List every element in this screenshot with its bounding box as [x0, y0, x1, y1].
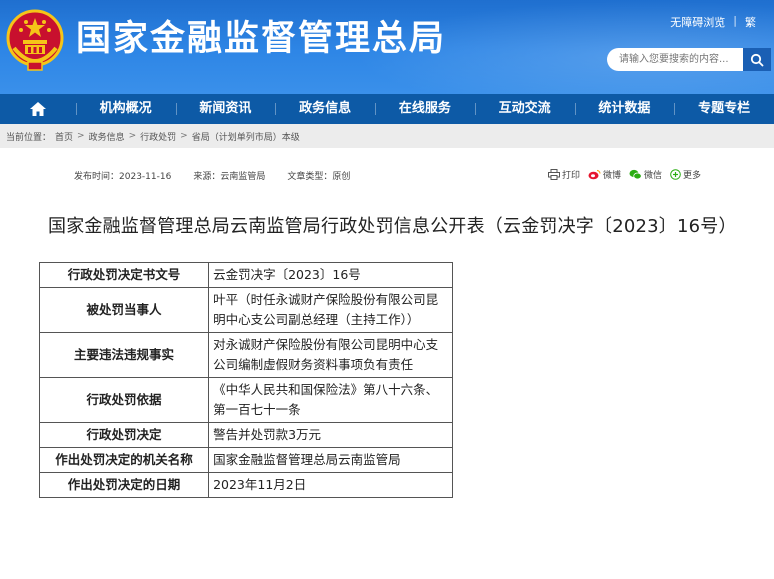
row-key: 行政处罚依据	[38, 377, 210, 423]
nav-item-news[interactable]: 新闻资讯	[175, 94, 276, 124]
breadcrumb: 当前位置： 首页 > 政务信息 > 行政处罚 > 省局（计划单列市局）本级	[0, 124, 774, 148]
nav-item-online-services[interactable]: 在线服务	[375, 94, 475, 124]
traditional-chinese-link[interactable]: 繁	[745, 14, 756, 30]
site-header: 国家金融监督管理总局 无障碍浏览 | 繁	[0, 0, 774, 94]
row-value: 2023年11月2日	[208, 472, 453, 498]
table-row: 主要违法违规事实 对永诚财产保险股份有限公司昆明中心支公司编制虚假财务资料事项负…	[38, 332, 453, 378]
print-label: 打印	[562, 171, 581, 181]
article-source: 来源：云南监管局	[193, 169, 265, 182]
row-value: 《中华人民共和国保险法》第八十六条、第一百七十一条	[208, 377, 453, 423]
breadcrumb-separator: >	[180, 131, 188, 141]
table-row: 行政处罚决定 警告并处罚款3万元	[38, 422, 453, 448]
wechat-icon	[629, 169, 642, 180]
row-key: 行政处罚决定书文号	[38, 262, 210, 288]
search-button[interactable]	[743, 48, 771, 71]
publish-date-value: 2023-11-16	[119, 172, 172, 182]
nav-item-about[interactable]: 机构概况	[75, 94, 176, 124]
breadcrumb-separator: >	[77, 131, 85, 141]
top-links: 无障碍浏览 | 繁	[670, 14, 756, 30]
type-value: 原创	[332, 172, 351, 182]
type-label: 文章类型：	[287, 172, 333, 182]
table-row: 行政处罚决定书文号 云金罚决字〔2023〕16号	[38, 262, 453, 288]
search-input[interactable]	[617, 48, 747, 71]
breadcrumb-administrative-penalty[interactable]: 行政处罚	[140, 130, 176, 143]
publish-date: 发布时间：2023-11-16	[74, 169, 171, 182]
more-label: 更多	[683, 171, 702, 181]
table-row: 作出处罚决定的机关名称 国家金融监督管理总局云南监管局	[38, 447, 453, 473]
row-value: 国家金融监督管理总局云南监管局	[208, 447, 453, 473]
share-bar: 打印 微博 微信 更多	[548, 168, 701, 181]
row-value: 对永诚财产保险股份有限公司昆明中心支公司编制虚假财务资料事项负有责任	[208, 332, 453, 378]
nav-item-special-topics[interactable]: 专题专栏	[674, 94, 774, 124]
row-key: 被处罚当事人	[38, 287, 210, 333]
table-row: 被处罚当事人 叶平（时任永诚财产保险股份有限公司昆明中心支公司副总经理（主持工作…	[38, 287, 453, 333]
breadcrumb-separator: >	[128, 131, 137, 141]
wechat-share-button[interactable]: 微信	[629, 168, 662, 181]
main-nav: 机构概况 新闻资讯 政务信息 在线服务 互动交流 统计数据 专题专栏	[0, 94, 774, 124]
top-link-separator: |	[733, 14, 737, 27]
search-box	[607, 48, 771, 71]
weibo-icon	[588, 169, 601, 180]
row-value: 云金罚决字〔2023〕16号	[208, 262, 453, 288]
row-value: 警告并处罚款3万元	[208, 422, 453, 448]
row-value: 叶平（时任永诚财产保险股份有限公司昆明中心支公司副总经理（主持工作））	[208, 287, 453, 333]
nav-item-interaction[interactable]: 互动交流	[474, 94, 575, 124]
nav-item-government-affairs[interactable]: 政务信息	[275, 94, 375, 124]
row-key: 行政处罚决定	[38, 422, 210, 448]
print-button[interactable]: 打印	[548, 168, 580, 181]
breadcrumb-home[interactable]: 首页	[55, 130, 73, 143]
weibo-share-button[interactable]: 微博	[588, 168, 621, 181]
source-label: 来源：	[193, 172, 221, 182]
more-share-button[interactable]: 更多	[670, 168, 701, 181]
table-row: 行政处罚依据 《中华人民共和国保险法》第八十六条、第一百七十一条	[38, 377, 453, 423]
accessibility-link[interactable]: 无障碍浏览	[670, 14, 725, 30]
row-key: 作出处罚决定的机关名称	[38, 447, 210, 473]
source-value: 云南监管局	[220, 172, 266, 182]
article-type: 文章类型：原创	[287, 169, 350, 182]
table-row: 作出处罚决定的日期 2023年11月2日	[38, 472, 453, 498]
national-emblem-icon[interactable]	[6, 8, 64, 72]
site-title: 国家金融监督管理总局	[76, 19, 447, 59]
wechat-label: 微信	[644, 171, 663, 181]
article-meta: 发布时间：2023-11-16 来源：云南监管局 文章类型：原创	[74, 169, 350, 182]
weibo-label: 微博	[603, 171, 622, 181]
nav-home[interactable]	[0, 94, 76, 124]
article-title: 国家金融监督管理总局云南监管局行政处罚信息公开表（云金罚决字〔2023〕16号）	[48, 216, 737, 237]
plus-circle-icon	[670, 169, 681, 180]
row-key: 主要违法违规事实	[38, 332, 210, 378]
penalty-info-table: 行政处罚决定书文号 云金罚决字〔2023〕16号 被处罚当事人 叶平（时任永诚财…	[38, 262, 453, 498]
breadcrumb-prefix: 当前位置：	[6, 132, 52, 143]
publish-date-label: 发布时间：	[74, 172, 120, 182]
home-icon	[29, 102, 46, 116]
search-icon	[750, 53, 764, 66]
breadcrumb-government-affairs[interactable]: 政务信息	[89, 130, 125, 143]
nav-item-statistics[interactable]: 统计数据	[574, 94, 675, 124]
printer-icon	[548, 169, 560, 180]
row-key: 作出处罚决定的日期	[38, 472, 210, 498]
breadcrumb-provincial-bureau[interactable]: 省局（计划单列市局）本级	[192, 130, 300, 143]
